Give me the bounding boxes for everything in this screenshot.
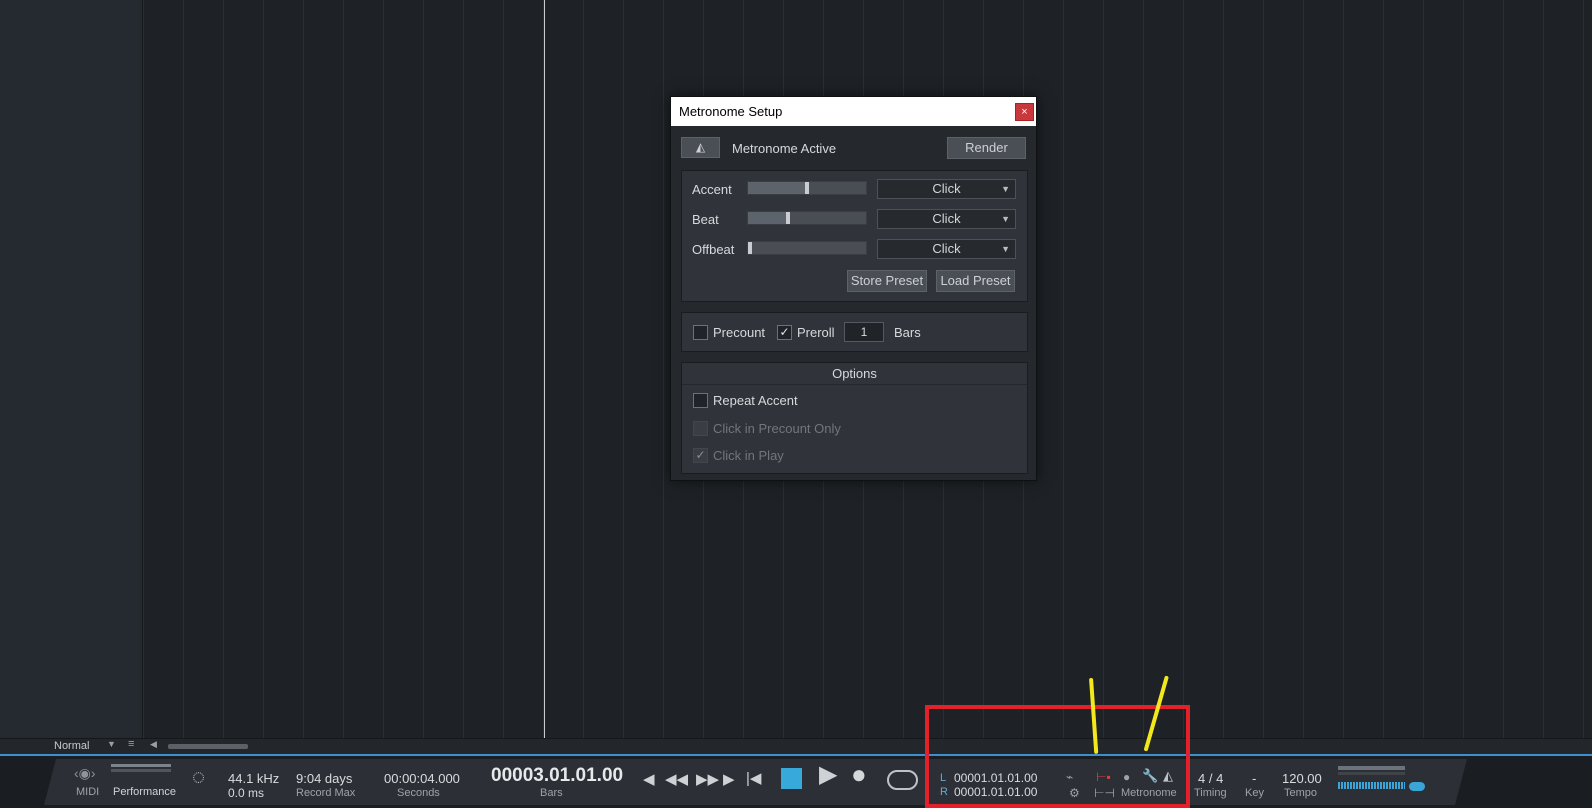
offbeat-level-slider[interactable]	[747, 241, 867, 255]
click-in-play-checkbox: ✓	[693, 448, 708, 463]
loop-button[interactable]	[887, 770, 918, 790]
bars-display[interactable]: 00003.01.01.00	[491, 765, 623, 787]
highlight-annotation-box	[925, 705, 1190, 808]
preroll-bars-input[interactable]: 1	[844, 322, 884, 342]
beat-label: Beat	[692, 212, 719, 227]
dialog-titlebar[interactable]: Metronome Setup ×	[671, 97, 1036, 126]
chevron-down-icon[interactable]: ▼	[107, 739, 116, 749]
key-value[interactable]: -	[1252, 771, 1256, 786]
latency: 0.0 ms	[228, 786, 265, 800]
bars-unit-label: Bars	[894, 325, 921, 340]
beat-sound-select[interactable]: Click ▼	[877, 209, 1016, 229]
sound-settings-section: Accent Click ▼ Beat Click ▼ Offbeat Click ▼…	[681, 170, 1028, 302]
tempo-label: Tempo	[1284, 787, 1318, 799]
cpu-spinner-icon: ◌	[192, 764, 206, 789]
output-meter-top	[1338, 766, 1405, 770]
output-meter-bottom	[1338, 772, 1405, 775]
timing-value[interactable]: 4 / 4	[1198, 771, 1223, 786]
seconds-display[interactable]: 00:00:04.000	[384, 771, 460, 786]
metronome-icon: ◭	[695, 140, 706, 154]
offbeat-sound-select[interactable]: Click ▼	[877, 239, 1016, 259]
track-list-panel	[0, 0, 143, 752]
load-preset-button[interactable]: Load Preset	[936, 270, 1015, 292]
return-to-zero-icon[interactable]: |◀	[746, 770, 761, 788]
nudge-back-icon[interactable]: ◀	[643, 771, 655, 789]
beat-level-fill	[748, 212, 789, 224]
performance-meter-bottom	[111, 769, 171, 772]
midi-icon[interactable]: ‹◉›	[74, 764, 96, 782]
close-button[interactable]: ×	[1015, 103, 1034, 121]
offbeat-level-knob[interactable]	[748, 242, 753, 254]
repeat-accent-label: Repeat Accent	[713, 393, 798, 408]
offbeat-sound-value: Click	[932, 241, 961, 256]
scroll-left-icon[interactable]: ◀	[150, 739, 157, 750]
precount-checkbox[interactable]	[693, 325, 708, 340]
precount-label: Precount	[713, 325, 766, 340]
options-section: Options Repeat Accent Click in Precount …	[681, 362, 1028, 474]
repeat-accent-checkbox[interactable]	[693, 393, 708, 408]
chevron-down-icon: ▼	[1001, 214, 1010, 224]
fast-forward-icon[interactable]: ▶▶	[696, 771, 719, 789]
bars-label: Bars	[540, 787, 563, 799]
metronome-active-label: Metronome Active	[732, 141, 837, 156]
key-label: Key	[1245, 787, 1264, 799]
metronome-toggle-button[interactable]: ◭	[681, 137, 720, 158]
accent-level-slider[interactable]	[747, 181, 867, 195]
nudge-forward-icon[interactable]: ▶	[723, 771, 735, 789]
rewind-icon[interactable]: ◀◀	[665, 771, 688, 789]
volume-slider[interactable]	[1338, 782, 1405, 789]
render-button[interactable]: Render	[947, 137, 1026, 159]
beat-level-knob[interactable]	[786, 212, 791, 224]
horizontal-scrollbar[interactable]	[168, 744, 248, 749]
performance-meter-top	[111, 764, 171, 767]
mode-selector[interactable]: Normal	[54, 740, 89, 752]
timing-label: Timing	[1194, 787, 1227, 799]
playhead-cursor[interactable]	[544, 0, 545, 738]
tempo-value[interactable]: 120.00	[1282, 771, 1322, 786]
record-max-label: Record Max	[296, 787, 356, 799]
click-precount-only-checkbox	[693, 421, 708, 436]
record-button[interactable]: ●	[851, 761, 867, 787]
precount-section: Precount ✓ Preroll 1 Bars	[681, 312, 1028, 352]
click-in-play-label: Click in Play	[713, 448, 784, 463]
options-header: Options	[682, 363, 1027, 385]
store-preset-button[interactable]: Store Preset	[847, 270, 927, 292]
preroll-label: Preroll	[797, 325, 835, 340]
accent-level-fill	[748, 182, 807, 194]
dialog-title: Metronome Setup	[679, 104, 783, 119]
preroll-checkbox[interactable]: ✓	[777, 325, 792, 340]
accent-label: Accent	[692, 182, 732, 197]
transport-bar: ‹◉› MIDI Performance ◌ 44.1 kHz 0.0 ms 9…	[0, 754, 1592, 808]
beat-level-slider[interactable]	[747, 211, 867, 225]
accent-level-knob[interactable]	[805, 182, 809, 194]
menu-icon[interactable]: ≡	[128, 738, 134, 750]
seconds-label: Seconds	[397, 787, 440, 799]
midi-label: MIDI	[76, 786, 100, 798]
click-precount-only-label: Click in Precount Only	[713, 421, 841, 436]
metronome-setup-dialog: Metronome Setup × ◭ Metronome Active Ren…	[670, 96, 1037, 481]
chevron-down-icon: ▼	[1001, 184, 1010, 194]
arrange-status-bar: Normal ▼ ≡ ◀	[0, 738, 1592, 754]
record-max-value: 9:04 days	[296, 771, 353, 786]
accent-sound-value: Click	[932, 181, 961, 196]
performance-label[interactable]: Performance	[113, 786, 176, 798]
sample-rate: 44.1 kHz	[228, 771, 280, 786]
monitor-toggle[interactable]	[1409, 782, 1425, 791]
chevron-down-icon: ▼	[1001, 244, 1010, 254]
accent-sound-select[interactable]: Click ▼	[877, 179, 1016, 199]
beat-sound-value: Click	[932, 211, 961, 226]
play-button[interactable]: ▶	[819, 763, 837, 787]
stop-button[interactable]	[781, 768, 802, 789]
offbeat-label: Offbeat	[692, 242, 735, 257]
